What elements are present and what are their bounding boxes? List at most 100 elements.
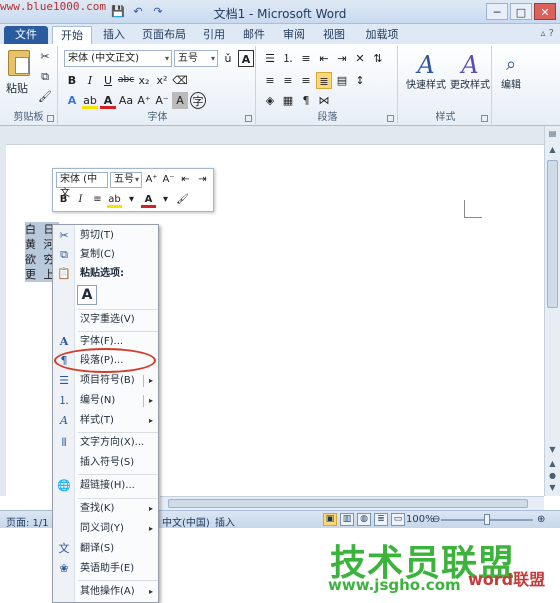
copy-icon[interactable]: ⧉: [38, 70, 52, 84]
zoom-knob[interactable]: [484, 514, 490, 525]
zoom-level[interactable]: 100%: [406, 514, 435, 525]
line-spacing-icon[interactable]: ↕: [352, 72, 368, 89]
italic-icon[interactable]: I: [73, 192, 88, 208]
font-size-combo[interactable]: 五号 ▾: [174, 50, 218, 67]
italic-icon[interactable]: I: [82, 72, 98, 89]
paragraph-launcher-icon[interactable]: [387, 115, 394, 122]
next-page-icon[interactable]: ▼: [547, 482, 558, 494]
font-launcher-icon[interactable]: [245, 115, 252, 122]
prev-page-icon[interactable]: ▲: [547, 458, 558, 470]
chevron-down-icon[interactable]: ▾: [158, 192, 173, 208]
font-color-icon[interactable]: A: [141, 192, 156, 208]
menu-item-paragraph[interactable]: ¶ 段落(P)...: [53, 352, 158, 370]
insert-mode[interactable]: 插入: [215, 514, 235, 529]
menu-item-copy[interactable]: ⧉ 复制(C): [53, 246, 158, 264]
bullets-icon[interactable]: ☰: [262, 50, 278, 67]
close-button[interactable]: ✕: [534, 3, 556, 20]
minimize-button[interactable]: ─: [486, 3, 508, 20]
tab-home[interactable]: 开始: [52, 26, 92, 44]
char-border-icon[interactable]: A: [238, 50, 254, 67]
paste-button[interactable]: 粘贴: [6, 80, 28, 96]
outline-icon[interactable]: ≣: [374, 513, 388, 526]
quick-styles-button[interactable]: A 快速样式: [404, 50, 448, 92]
justify-icon[interactable]: ≣: [316, 72, 332, 89]
show-marks-icon[interactable]: ¶: [298, 92, 314, 109]
scroll-up-icon[interactable]: ▲: [547, 144, 558, 156]
menu-item-lookup[interactable]: 查找(K) ▸: [53, 500, 158, 518]
phonetic-guide-icon[interactable]: ǔ: [220, 50, 236, 67]
increase-indent-icon[interactable]: ⇥: [195, 172, 210, 188]
help-icon[interactable]: ▵ ?: [540, 28, 554, 39]
tab-insert[interactable]: 插入: [96, 26, 132, 44]
horizontal-scrollbar[interactable]: [160, 496, 544, 510]
cut-icon[interactable]: ✂: [38, 50, 52, 64]
font-color-icon[interactable]: A: [100, 92, 116, 109]
menu-item-text-direction[interactable]: ⫴ 文字方向(X)...: [53, 434, 158, 452]
menu-item-bullets[interactable]: ☰ 项目符号(B) ▸: [53, 372, 158, 390]
bold-icon[interactable]: B: [56, 192, 71, 208]
mini-font-combo[interactable]: 宋体 (中文: [56, 172, 108, 199]
grow-font-icon[interactable]: A⁺: [136, 92, 152, 109]
menu-item-insert-symbol[interactable]: 插入符号(S): [53, 454, 158, 472]
tab-references[interactable]: 引用: [196, 26, 232, 44]
clipboard-launcher-icon[interactable]: [47, 115, 54, 122]
clear-format-icon[interactable]: ⌫: [172, 72, 188, 89]
center-icon[interactable]: ≡: [90, 192, 105, 208]
chinese-layout-icon[interactable]: ✕: [352, 50, 368, 67]
menu-item-hyperlink[interactable]: 🌐 超链接(H)...: [53, 477, 158, 495]
grow-font-icon[interactable]: A⁺: [144, 172, 159, 188]
paste-icon[interactable]: [8, 50, 30, 76]
numbering-icon[interactable]: ⒈: [280, 50, 296, 67]
menu-item-cut[interactable]: ✂ 剪切(T): [53, 227, 158, 245]
change-case-icon[interactable]: Aa: [118, 92, 134, 109]
scroll-down-icon[interactable]: ▼: [547, 444, 558, 456]
sort-icon[interactable]: ⇅: [370, 50, 386, 67]
horizontal-scroll-thumb[interactable]: [168, 499, 528, 508]
enclose-char-icon[interactable]: 字: [190, 92, 206, 109]
draft-icon[interactable]: ▭: [391, 513, 405, 526]
mini-size-combo[interactable]: 五号 ▾: [110, 172, 142, 188]
menu-item-english-assistant[interactable]: ❀ 英语助手(E): [53, 560, 158, 578]
styles-launcher-icon[interactable]: [481, 115, 488, 122]
change-styles-button[interactable]: A 更改样式: [448, 50, 492, 92]
reading-layout-icon[interactable]: ▥: [340, 513, 354, 526]
distributed-icon[interactable]: ▤: [334, 72, 350, 89]
underline-icon[interactable]: U: [100, 72, 116, 89]
zoom-in-icon[interactable]: ⊕: [537, 514, 545, 525]
browse-object-icon[interactable]: ●: [547, 470, 558, 482]
shrink-font-icon[interactable]: A⁻: [161, 172, 176, 188]
page-indicator[interactable]: 页面: 1/1: [6, 514, 49, 529]
menu-item-numbering[interactable]: ⒈ 编号(N) ▸: [53, 392, 158, 410]
web-layout-icon[interactable]: ◍: [357, 513, 371, 526]
tab-addins[interactable]: 加载项: [358, 26, 406, 44]
menu-item-reconvert[interactable]: 汉字重选(V): [53, 311, 158, 329]
tab-file[interactable]: 文件: [4, 26, 48, 44]
menu-item-translate[interactable]: 文 翻译(S): [53, 540, 158, 558]
highlight-icon[interactable]: ab: [107, 192, 122, 208]
maximize-button[interactable]: □: [510, 3, 532, 20]
shrink-font-icon[interactable]: A⁻: [154, 92, 170, 109]
font-name-combo[interactable]: 宋体 (中文正文) ▾: [64, 50, 172, 67]
align-center-icon[interactable]: ≡: [280, 72, 296, 89]
strikethrough-icon[interactable]: abc: [118, 72, 134, 89]
decrease-indent-icon[interactable]: ⇤: [178, 172, 193, 188]
tab-view[interactable]: 视图: [316, 26, 352, 44]
asian-typography-icon[interactable]: ⋈: [316, 92, 332, 109]
menu-item-styles[interactable]: A 样式(T) ▸: [53, 412, 158, 430]
tab-review[interactable]: 审阅: [276, 26, 312, 44]
tab-page-layout[interactable]: 页面布局: [136, 26, 192, 44]
format-painter-icon[interactable]: 🖌: [38, 90, 52, 104]
language-indicator[interactable]: 中文(中国): [162, 514, 210, 529]
menu-item-font[interactable]: A 字体(F)...: [53, 333, 158, 351]
tab-mailings[interactable]: 邮件: [236, 26, 272, 44]
superscript-icon[interactable]: x²: [154, 72, 170, 89]
menu-item-more-actions[interactable]: 其他操作(A) ▸: [53, 583, 158, 601]
char-shading-icon[interactable]: A: [172, 92, 188, 109]
vertical-scroll-thumb[interactable]: [547, 160, 558, 308]
subscript-icon[interactable]: x₂: [136, 72, 152, 89]
text-effects-icon[interactable]: A: [64, 92, 80, 109]
borders-icon[interactable]: ▦: [280, 92, 296, 109]
menu-item-synonyms[interactable]: 同义词(Y) ▸: [53, 520, 158, 538]
format-painter-icon[interactable]: 🖌: [175, 192, 190, 208]
edit-button[interactable]: ⌕ 编辑: [494, 50, 528, 92]
